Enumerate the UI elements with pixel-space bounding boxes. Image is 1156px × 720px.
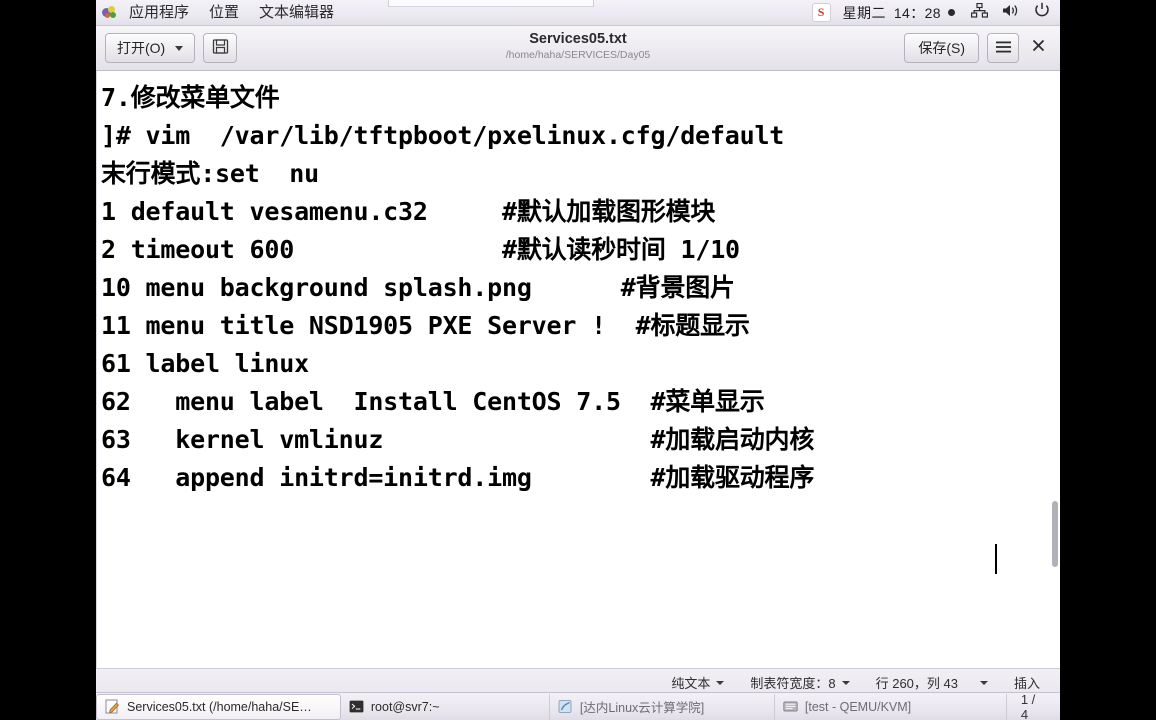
- volume-icon[interactable]: [1002, 3, 1020, 23]
- top-panel-tray: S 星期二 14：28: [811, 2, 1060, 23]
- document-text[interactable]: 7.修改菜单文件 ]# vim /var/lib/tftpboot/pxelin…: [101, 79, 1060, 497]
- panel-clock[interactable]: 14：28: [890, 3, 945, 23]
- text-cursor: [995, 544, 997, 574]
- top-panel-left-group: 应用程序 位置 文本编辑器: [96, 0, 344, 26]
- text-line: 11 menu title NSD1905 PXE Server ! #标题显示: [101, 311, 750, 340]
- browser-icon: [558, 699, 573, 714]
- text-line: 63 kernel vmlinuz #加载启动内核: [101, 425, 815, 454]
- text-line: ]# vim /var/lib/tftpboot/pxelinux.cfg/de…: [101, 121, 785, 150]
- save-button-label: 保存(S): [918, 40, 965, 56]
- save-button[interactable]: 保存(S): [904, 33, 979, 63]
- taskbar-item-gedit[interactable]: Services05.txt (/home/haha/SE…: [96, 693, 341, 720]
- hamburger-menu-button[interactable]: [987, 33, 1019, 63]
- text-line: 1 default vesamenu.c32 #默认加载图形模块: [101, 197, 716, 226]
- text-line: 末行模式:set nu: [101, 159, 320, 188]
- cursor-position-label: 行 260，列 43: [875, 676, 958, 691]
- top-panel-notch: [388, 0, 594, 7]
- taskbar-item-label: Services05.txt (/home/haha/SE…: [127, 699, 312, 714]
- titlebar-left-controls: 打开(O): [105, 33, 238, 63]
- taskbar-item-qemu-vm[interactable]: [test - QEMU/KVM]: [775, 694, 1006, 720]
- text-line: 61 label linux: [101, 349, 309, 378]
- taskbar-item-label: root@svr7:~: [370, 699, 440, 714]
- open-button[interactable]: 打开(O): [105, 33, 196, 63]
- file-type-selector[interactable]: 纯文本: [671, 673, 725, 692]
- menu-text-editor[interactable]: 文本编辑器: [249, 0, 344, 26]
- text-line: 64 append initrd=initrd.img #加载驱动程序: [101, 463, 815, 492]
- vm-icon: [783, 699, 798, 714]
- gedit-icon: [105, 699, 120, 714]
- open-button-label: 打开(O): [117, 40, 166, 56]
- insert-mode-indicator[interactable]: 插入: [1014, 673, 1040, 692]
- file-type-label: 纯文本: [671, 676, 711, 691]
- tab-width-label: 制表符宽度：8: [750, 676, 836, 691]
- chevron-down-icon: [716, 680, 725, 685]
- text-editor-area[interactable]: 7.修改菜单文件 ]# vim /var/lib/tftpboot/pxelin…: [96, 71, 1060, 668]
- panel-weekday[interactable]: 星期二: [839, 3, 890, 23]
- network-icon[interactable]: [971, 2, 988, 23]
- menu-places[interactable]: 位置: [199, 0, 249, 26]
- chevron-down-icon: [841, 680, 850, 685]
- chevron-down-icon: [979, 680, 988, 685]
- tab-width-selector[interactable]: 制表符宽度：8: [750, 673, 850, 692]
- text-line: 7.修改菜单文件: [101, 83, 280, 112]
- power-icon[interactable]: [1034, 2, 1050, 23]
- taskbar-item-terminal[interactable]: root@svr7:~: [341, 693, 550, 720]
- insert-mode-label: 插入: [1013, 676, 1040, 691]
- recording-dot-icon: [948, 9, 955, 16]
- close-button[interactable]: [1025, 34, 1051, 62]
- titlebar-right-controls: 保存(S): [904, 33, 1051, 63]
- taskbar-item-browser[interactable]: [达内Linux云计算学院]: [550, 693, 775, 720]
- hamburger-menu-icon: [995, 40, 1011, 56]
- chevron-down-icon: [175, 45, 184, 51]
- gedit-window: 打开(O) Services05.txt /home/haha/SERVICES…: [96, 26, 1060, 696]
- text-line: 62 menu label Install CentOS 7.5 #菜单显示: [101, 387, 765, 416]
- taskbar-item-label: [test - QEMU/KVM]: [804, 699, 912, 714]
- sogou-input-icon[interactable]: S: [811, 3, 831, 22]
- text-line: 10 menu background splash.png #背景图片: [101, 273, 735, 302]
- applications-foot-icon: [102, 6, 117, 19]
- terminal-icon: [349, 699, 364, 714]
- close-icon: [1032, 39, 1045, 57]
- window-titlebar: 打开(O) Services05.txt /home/haha/SERVICES…: [96, 26, 1060, 71]
- workspace-indicator[interactable]: 1 / 4: [1005, 692, 1060, 720]
- screen: 应用程序 位置 文本编辑器 S 星期二 14：28 打开(O) Services…: [0, 0, 1156, 720]
- cursor-position-selector[interactable]: 行 260，列 43: [876, 673, 988, 692]
- vertical-scrollbar[interactable]: [1052, 501, 1058, 567]
- save-disk-icon: [212, 38, 229, 58]
- taskbar: Services05.txt (/home/haha/SE… root@svr7…: [96, 692, 1060, 720]
- menu-applications[interactable]: 应用程序: [119, 0, 199, 26]
- taskbar-item-label: [达内Linux云计算学院]: [579, 701, 705, 715]
- desktop: 应用程序 位置 文本编辑器 S 星期二 14：28 打开(O) Services…: [96, 0, 1060, 720]
- text-line: 2 timeout 600 #默认读秒时间 1/10: [101, 235, 740, 264]
- save-icon-button[interactable]: [203, 33, 238, 63]
